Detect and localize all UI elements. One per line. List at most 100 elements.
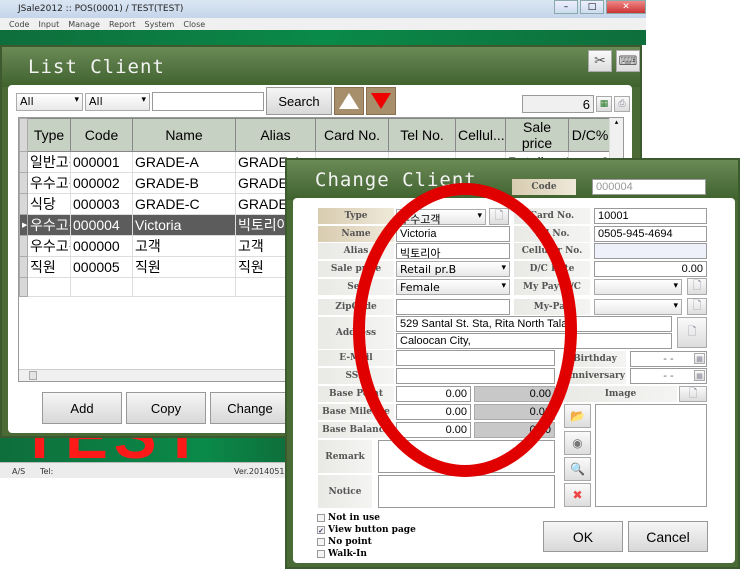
sort-up-button[interactable] (334, 87, 364, 115)
ssn-field[interactable] (396, 368, 555, 384)
table-cell[interactable]: 000003 (70, 193, 133, 215)
base-point-field[interactable]: 0.00 (396, 386, 471, 402)
zipcode-field[interactable] (396, 299, 510, 315)
anniversary-calendar-icon[interactable]: ▦ (694, 370, 705, 381)
open-folder-icon[interactable]: 📂 (564, 404, 591, 428)
table-cell[interactable]: GRADE-C (132, 193, 236, 215)
status-bar: A/S Tel: Ver.20140516. (0, 462, 292, 478)
column-header[interactable]: Cellul... (455, 118, 506, 152)
checkbox-no-point[interactable]: No point (317, 536, 437, 548)
table-cell[interactable]: 우수고객 (27, 235, 71, 257)
column-header[interactable]: Alias (235, 118, 316, 152)
column-header[interactable]: Name (132, 118, 236, 152)
image-box (595, 404, 707, 507)
minimize-button[interactable]: – (554, 0, 578, 14)
filter-select-2[interactable]: All (85, 93, 150, 111)
column-header[interactable]: Tel No. (388, 118, 456, 152)
column-header[interactable]: Type (27, 118, 71, 152)
table-cell[interactable]: 식당 (27, 193, 71, 215)
maximize-button[interactable]: □ (580, 0, 604, 14)
menu-close[interactable]: Close (183, 20, 205, 29)
checkbox-box[interactable] (317, 550, 325, 558)
filter-select-1[interactable]: All (16, 93, 83, 111)
notice-field[interactable] (378, 475, 555, 508)
table-cell[interactable]: 직원 (27, 256, 71, 278)
green-band (0, 30, 646, 45)
my-pay-button[interactable]: 🗋 (687, 298, 707, 315)
close-button[interactable]: ✕ (606, 0, 646, 14)
zoom-icon[interactable]: 🔍 (564, 457, 591, 481)
table-cell[interactable]: 000000 (70, 235, 133, 257)
ok-button[interactable]: OK (543, 521, 623, 552)
menu-input[interactable]: Input (38, 20, 59, 29)
email-field[interactable] (396, 350, 555, 366)
column-header[interactable]: Sale price (505, 118, 569, 152)
window-title: List Client (28, 56, 165, 78)
remark-field[interactable] (378, 440, 555, 473)
birthday-calendar-icon[interactable]: ▦ (694, 353, 705, 364)
my-pay-dc-select[interactable] (594, 279, 682, 295)
sex-select[interactable]: Female (396, 279, 510, 295)
table-cell[interactable]: Victoria (132, 214, 236, 236)
add-button[interactable]: Add (42, 392, 122, 424)
checkbox-box[interactable] (317, 514, 325, 522)
table-cell[interactable]: GRADE-B (132, 172, 236, 194)
dialog-title: Change Client (315, 169, 477, 191)
checkbox-not-in-use[interactable]: Not in use (317, 512, 437, 524)
address-line2-field[interactable]: Caloocan City, (396, 333, 672, 349)
table-cell[interactable]: GRADE-A (132, 151, 236, 173)
address-line1-field[interactable]: 529 Santal St. Sta, Rita North Tala, (396, 316, 672, 332)
column-header[interactable]: Card No. (315, 118, 389, 152)
watermark-band: TEST (0, 437, 290, 462)
table-cell[interactable]: 000004 (70, 214, 133, 236)
type-lookup-button[interactable]: 🗋 (489, 208, 509, 225)
delete-icon[interactable]: ✖ (564, 483, 591, 507)
copy-button[interactable]: Copy (126, 392, 206, 424)
card-no-field[interactable]: 10001 (594, 208, 707, 224)
column-header[interactable]: D/C% (568, 118, 612, 152)
table-cell[interactable]: 우수고객 (27, 214, 71, 236)
checkbox-view-button-page[interactable]: ✓ View button page (317, 524, 437, 536)
type-select[interactable]: 우수고객 (396, 209, 486, 226)
table-cell[interactable]: 000005 (70, 256, 133, 278)
image-new-button[interactable]: 🗋 (679, 386, 707, 402)
tools-icon[interactable]: ✂ (588, 50, 612, 72)
search-button[interactable]: Search (266, 87, 332, 115)
cellular-no-field[interactable] (594, 243, 707, 259)
keyboard-icon[interactable]: ⌨ (616, 50, 640, 72)
webcam-icon[interactable]: ◉ (564, 431, 591, 455)
email-label: E-Mail (318, 350, 394, 366)
change-button[interactable]: Change (210, 392, 290, 424)
search-input[interactable] (152, 92, 264, 111)
checkbox-box[interactable] (317, 538, 325, 546)
checkbox-walk-in[interactable]: Walk-In (317, 548, 437, 560)
excel-export-icon[interactable]: ▦ (596, 96, 612, 112)
checkbox-box[interactable]: ✓ (317, 526, 325, 534)
table-cell[interactable]: 일반고객 (27, 151, 71, 173)
sale-price-select[interactable]: Retail pr.B (396, 261, 510, 277)
cancel-button[interactable]: Cancel (628, 521, 708, 552)
print-icon[interactable]: ⎙ (614, 96, 630, 112)
table-cell[interactable]: 우수고객 (27, 172, 71, 194)
alias-field[interactable]: 빅토리아 (396, 243, 510, 259)
sort-down-button[interactable] (366, 87, 396, 115)
menu-manage[interactable]: Manage (68, 20, 100, 29)
menu-report[interactable]: Report (109, 20, 136, 29)
base-balance-field[interactable]: 0.00 (396, 422, 471, 438)
column-header[interactable]: Code (70, 118, 133, 152)
menu-code[interactable]: Code (9, 20, 29, 29)
menu-system[interactable]: System (145, 20, 175, 29)
address-lookup-button[interactable]: 🗋 (677, 317, 707, 348)
name-field[interactable]: Victoria (396, 226, 510, 242)
dc-rate-field[interactable]: 0.00 (594, 261, 707, 277)
my-pay-dc-button[interactable]: 🗋 (687, 278, 707, 295)
table-cell[interactable]: 직원 (132, 256, 236, 278)
table-cell[interactable]: 000001 (70, 151, 133, 173)
scroll-thumb[interactable] (29, 371, 37, 380)
base-mileage-field[interactable]: 0.00 (396, 404, 471, 420)
tel-no-field[interactable]: 0505-945-4694 (594, 226, 707, 242)
table-cell[interactable]: 000002 (70, 172, 133, 194)
address-label: Address (318, 317, 394, 349)
table-cell[interactable]: 고객 (132, 235, 236, 257)
my-pay-select[interactable] (594, 299, 682, 315)
